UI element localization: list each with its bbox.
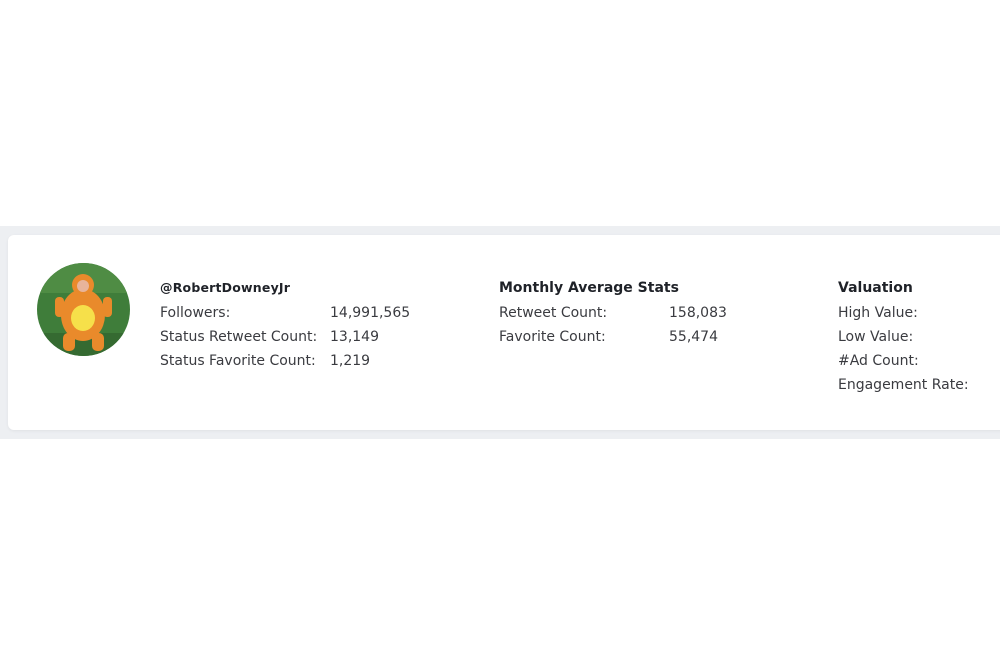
stat-label: High Value: xyxy=(838,305,918,321)
stat-value: 1,219 xyxy=(330,353,371,369)
stat-label: Status Favorite Count: xyxy=(160,353,316,369)
stat-label: #Ad Count: xyxy=(838,353,919,369)
stat-label: Followers: xyxy=(160,305,231,321)
profile-photo-icon xyxy=(37,263,130,356)
stat-value: 13,149 xyxy=(330,329,379,345)
stat-row-high-value: High Value: xyxy=(838,301,1000,325)
stat-row-ad-count: #Ad Count: xyxy=(838,349,1000,373)
stat-value: 14,991,565 xyxy=(330,305,411,321)
stat-label: Low Value: xyxy=(838,329,914,345)
stat-row-retweet-count: Retweet Count: 158,083 xyxy=(499,301,727,325)
stat-label: Retweet Count: xyxy=(499,305,608,321)
stat-label: Status Retweet Count: xyxy=(160,329,318,345)
stat-row-status-favorite-count: Status Favorite Count: 1,219 xyxy=(160,349,410,373)
stat-row-low-value: Low Value: xyxy=(838,325,1000,349)
stat-value: 158,083 xyxy=(669,305,727,321)
stat-value: 55,474 xyxy=(669,329,718,345)
stat-row-status-retweet-count: Status Retweet Count: 13,149 xyxy=(160,325,410,349)
stat-row-favorite-count: Favorite Count: 55,474 xyxy=(499,325,727,349)
profile-handle[interactable]: @RobertDowneyJr xyxy=(160,277,410,299)
valuation-section: Valuation High Value: Low Value: #Ad Cou… xyxy=(838,277,1000,397)
monthly-stats-title: Monthly Average Stats xyxy=(499,280,679,296)
stat-row-engagement-rate: Engagement Rate: xyxy=(838,373,1000,397)
profile-section: @RobertDowneyJr Followers: 14,991,565 St… xyxy=(160,277,410,373)
valuation-title: Valuation xyxy=(838,280,913,296)
avatar[interactable] xyxy=(37,263,130,356)
stat-label: Favorite Count: xyxy=(499,329,606,345)
stat-label: Engagement Rate: xyxy=(838,377,969,393)
monthly-stats-section: Monthly Average Stats Retweet Count: 158… xyxy=(499,277,727,349)
stat-row-followers: Followers: 14,991,565 xyxy=(160,301,410,325)
